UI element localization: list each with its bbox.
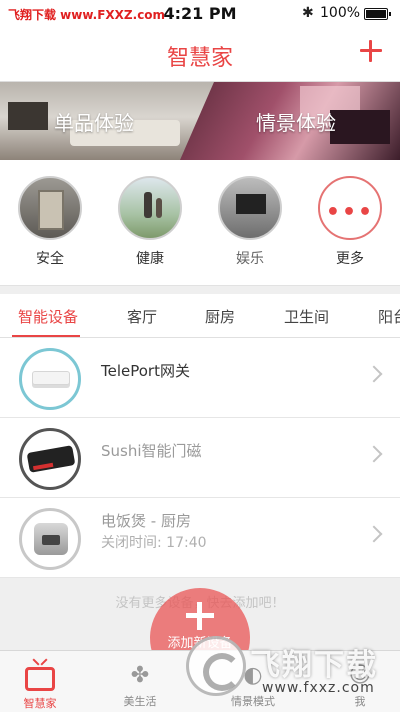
- chevron-right-icon: [365, 525, 383, 543]
- category-row: 安全 健康 娱乐 ••• 更多: [0, 160, 400, 286]
- site-watermark: 飞翔下载 www.fxxz.com: [186, 630, 396, 706]
- tabbar-smart-home[interactable]: 智慧家: [0, 659, 80, 711]
- banner-tv-illustration: [8, 102, 48, 130]
- category-label: 健康: [136, 251, 164, 267]
- door-sensor-icon: [19, 428, 81, 490]
- device-name: TelePort网关: [101, 362, 190, 380]
- device-list: TelePort网关 Sushi智能门磁 电饭煲 - 厨房 关闭时间: 17:4…: [0, 338, 400, 578]
- category-security[interactable]: 安全: [10, 176, 90, 268]
- tabbar-label: 智慧家: [23, 697, 57, 710]
- bluetooth-icon: ✱: [302, 5, 314, 21]
- tv-icon: [25, 667, 55, 691]
- tabbar-beautiful-life[interactable]: ✤ 美生活: [100, 659, 180, 709]
- tab-smart-devices[interactable]: 智能设备: [18, 306, 78, 327]
- gateway-icon: [19, 348, 81, 410]
- page-title: 智慧家: [166, 46, 233, 71]
- device-row-rice-cooker[interactable]: 电饭煲 - 厨房 关闭时间: 17:40: [0, 498, 400, 578]
- clover-icon: ✤: [130, 663, 150, 688]
- entertainment-photo-icon: [218, 176, 282, 240]
- health-photo-icon: [118, 176, 182, 240]
- room-tabs: 智能设备 客厅 厨房 卫生间 阳台: [0, 294, 400, 338]
- watermark-logo-icon: [186, 636, 246, 696]
- watermark-url: www.fxxz.com: [262, 680, 375, 696]
- tab-balcony[interactable]: 阳台: [378, 306, 400, 327]
- single-experience-label: 单品体验: [54, 111, 134, 135]
- battery-icon: [364, 8, 391, 20]
- category-label: 安全: [36, 251, 64, 267]
- device-row-gateway[interactable]: TelePort网关: [0, 338, 400, 418]
- device-close-time: 关闭时间: 17:40: [101, 535, 207, 551]
- security-photo-icon: [18, 176, 82, 240]
- add-device-plus-icon[interactable]: [356, 36, 386, 66]
- device-name: Sushi智能门磁: [101, 442, 202, 460]
- category-more[interactable]: ••• 更多: [310, 176, 390, 268]
- tab-kitchen[interactable]: 厨房: [205, 306, 235, 327]
- device-row-door-sensor[interactable]: Sushi智能门磁: [0, 418, 400, 498]
- scene-experience-label: 情景体验: [256, 111, 336, 135]
- chevron-right-icon: [365, 365, 383, 383]
- device-name: 电饭煲 - 厨房: [101, 512, 191, 530]
- experience-banner: 单品体验 情景体验: [0, 82, 400, 160]
- tab-living-room[interactable]: 客厅: [127, 306, 157, 327]
- rice-cooker-icon: [19, 508, 81, 570]
- category-label: 娱乐: [236, 251, 264, 267]
- more-dots-icon: •••: [318, 176, 382, 240]
- tab-bathroom[interactable]: 卫生间: [284, 306, 329, 327]
- category-entertainment[interactable]: 娱乐: [210, 176, 290, 268]
- battery-percent: 100%: [320, 5, 361, 21]
- status-bar: 飞翔下载 www.FXXZ.com 4:21 PM ✱ 100%: [0, 0, 400, 28]
- nav-bar: 智慧家: [0, 28, 400, 82]
- watermark-brand: 飞翔下载: [250, 648, 378, 683]
- category-health[interactable]: 健康: [110, 176, 190, 268]
- chevron-right-icon: [365, 445, 383, 463]
- banner-tv-illustration: [330, 110, 390, 144]
- tabbar-label: 美生活: [123, 695, 157, 708]
- category-label: 更多: [336, 251, 364, 267]
